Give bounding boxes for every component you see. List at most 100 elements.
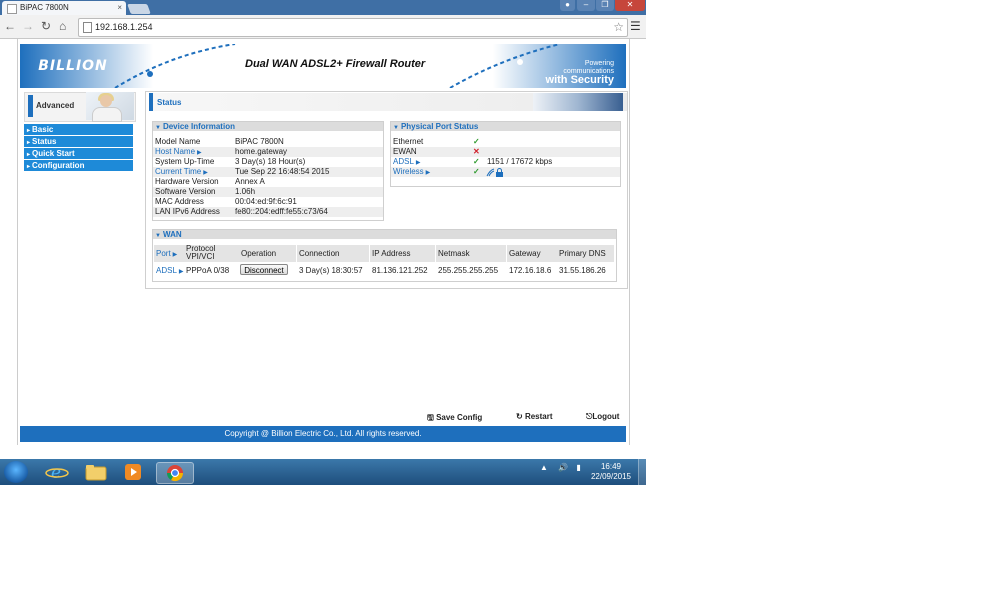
- device-value: fe80::204:edff:fe55:c73/64: [235, 207, 328, 216]
- device-label: MAC Address: [155, 197, 204, 206]
- page-favicon-icon: [7, 4, 17, 14]
- show-desktop-button[interactable]: [638, 459, 647, 485]
- save-config-button[interactable]: 🖫 Save Config: [427, 412, 482, 426]
- col-label: VPI/VCI: [186, 252, 215, 261]
- port-status-heading: Physical Port Status: [400, 122, 479, 131]
- sidebar-item-label: Basic: [32, 125, 54, 134]
- device-info-panel: ▼ Device Information Model Name BiPAC 7800…: [152, 121, 384, 221]
- media-player-icon[interactable]: [120, 462, 146, 482]
- port-status-panel: ▼ Physical Port Status Ethernet ✓ EWAN ✕ AD…: [390, 121, 621, 187]
- wan-gateway: 172.16.18.6: [509, 266, 552, 275]
- wan-col-operation: Operation: [239, 245, 296, 262]
- advanced-mode-label: Advanced: [36, 101, 75, 110]
- powering-line2: with Security: [545, 74, 614, 86]
- file-explorer-icon[interactable]: [83, 462, 109, 482]
- device-row-mac: MAC Address 00:04:ed:9f:6c:91: [153, 197, 383, 207]
- home-icon[interactable]: ⌂: [59, 18, 66, 34]
- wan-col-connection: Connection: [297, 245, 369, 262]
- forward-arrow-icon[interactable]: →: [22, 18, 34, 34]
- device-row-model: Model Name BiPAC 7800N: [153, 137, 383, 147]
- user-profile-icon[interactable]: ●: [560, 0, 575, 11]
- port-row-wireless: Wireless ▶ ✓: [391, 167, 620, 177]
- save-icon: 🖫: [427, 413, 434, 422]
- restart-icon: ↻: [516, 412, 523, 421]
- sidebar-item-configuration[interactable]: ▸ Configuration: [24, 160, 133, 172]
- page-icon: [83, 22, 92, 33]
- copyright-bar: Copyright @ Billion Electric Co., Ltd. A…: [20, 426, 626, 442]
- internet-explorer-icon[interactable]: e: [44, 462, 70, 483]
- device-value: Annex A: [235, 177, 265, 186]
- save-config-label: Save Config: [436, 413, 483, 422]
- wan-col-ip: IP Address: [370, 245, 435, 262]
- logout-button[interactable]: ⎋Logout: [586, 412, 619, 422]
- minimize-window-button[interactable]: –: [577, 0, 595, 11]
- chrome-icon[interactable]: [156, 462, 194, 484]
- wan-connection: 3 Day(s) 18:30:57: [299, 266, 363, 275]
- network-signal-icon[interactable]: ▮: [576, 463, 580, 472]
- adsl-rate: 1151 / 17672 kbps: [487, 157, 553, 166]
- wireless-link[interactable]: Wireless ▶: [393, 167, 430, 178]
- device-row-hardware: Hardware Version Annex A: [153, 177, 383, 187]
- port-row-adsl: ADSL ▶ ✓ 1151 / 17672 kbps: [391, 157, 620, 167]
- logout-label: Logout: [592, 412, 620, 421]
- wan-col-dns: Primary DNS: [557, 245, 614, 262]
- restore-window-button[interactable]: ❐: [596, 0, 614, 11]
- bookmark-star-icon[interactable]: ☆: [613, 20, 624, 34]
- reload-icon[interactable]: ↻: [41, 18, 51, 34]
- device-value: 3 Day(s) 18 Hour(s): [235, 157, 306, 166]
- port-label: Ethernet: [393, 137, 424, 146]
- close-window-button[interactable]: ✕: [615, 0, 645, 11]
- browser-tab[interactable]: BiPAC 7800N ×: [2, 1, 126, 15]
- device-info-heading: Device Information: [162, 122, 235, 131]
- wan-heading: WAN: [162, 230, 182, 239]
- device-row-software: Software Version 1.06h: [153, 187, 383, 197]
- disconnect-button[interactable]: Disconnect: [240, 264, 288, 275]
- back-arrow-icon[interactable]: ←: [4, 18, 16, 34]
- device-value: Tue Sep 22 16:48:54 2015: [235, 167, 330, 176]
- wan-col-netmask: Netmask: [436, 245, 506, 262]
- tab-title: BiPAC 7800N: [20, 3, 69, 12]
- wan-dns: 31.55.186.26: [559, 266, 606, 275]
- sidebar-item-label: Configuration: [32, 161, 85, 170]
- start-button[interactable]: [4, 461, 28, 483]
- browser-menu-icon[interactable]: ☰: [630, 19, 641, 33]
- wan-col-protocol: Protocol VPI/VCI: [184, 245, 239, 262]
- port-row-ethernet: Ethernet ✓: [391, 137, 620, 147]
- sidebar-item-quick-start[interactable]: ▸ Quick Start: [24, 148, 133, 160]
- restart-button[interactable]: ↻ Restart: [516, 412, 553, 421]
- wan-header: ▼ WAN: [153, 230, 616, 239]
- support-person-image: [86, 92, 134, 122]
- wan-port-link[interactable]: ADSL ▶: [156, 264, 184, 277]
- device-label: Model Name: [155, 137, 201, 146]
- router-title: Dual WAN ADSL2+ Firewall Router: [245, 58, 426, 70]
- wan-col-gateway: Gateway: [507, 245, 557, 262]
- wan-netmask: 255.255.255.255: [438, 266, 499, 275]
- cross-icon: ✕: [473, 147, 480, 156]
- device-label: Current Time: [155, 167, 202, 176]
- device-row-uptime: System Up-Time 3 Day(s) 18 Hour(s): [153, 157, 383, 167]
- clock-time: 16:49: [600, 462, 622, 471]
- device-label: System Up-Time: [155, 157, 215, 166]
- device-info-header: ▼ Device Information: [153, 122, 383, 131]
- sidebar-item-basic[interactable]: ▸ Basic: [24, 124, 133, 136]
- tray-expand-icon[interactable]: ▲: [540, 463, 548, 472]
- system-tray: ▲ 🔊 ▮: [540, 463, 581, 472]
- billion-logo: BILLION: [38, 58, 108, 74]
- device-row-hostname: Host Name ▶ home.gateway: [153, 147, 383, 157]
- wan-col-port[interactable]: Port ▶: [154, 245, 184, 262]
- address-bar[interactable]: 192.168.1.254 ☆: [78, 18, 628, 37]
- wan-port: ADSL: [156, 266, 177, 275]
- volume-icon[interactable]: 🔊: [558, 463, 568, 472]
- page-title: Status: [157, 98, 182, 107]
- device-value: BiPAC 7800N: [235, 137, 284, 146]
- sidebar-item-status[interactable]: ▸ Status: [24, 136, 133, 148]
- restart-label: Restart: [524, 412, 553, 421]
- taskbar-clock[interactable]: 16:49 22/09/2015: [588, 462, 634, 482]
- device-row-current-time: Current Time ▶ Tue Sep 22 16:48:54 2015: [153, 167, 383, 177]
- device-row-ipv6: LAN IPv6 Address fe80::204:edff:fe55:c73/…: [153, 207, 383, 217]
- url-text[interactable]: 192.168.1.254: [95, 22, 153, 32]
- check-icon: ✓: [473, 137, 480, 146]
- check-icon: ✓: [473, 167, 480, 176]
- tab-close-icon[interactable]: ×: [117, 1, 122, 15]
- new-tab-button[interactable]: [127, 4, 151, 14]
